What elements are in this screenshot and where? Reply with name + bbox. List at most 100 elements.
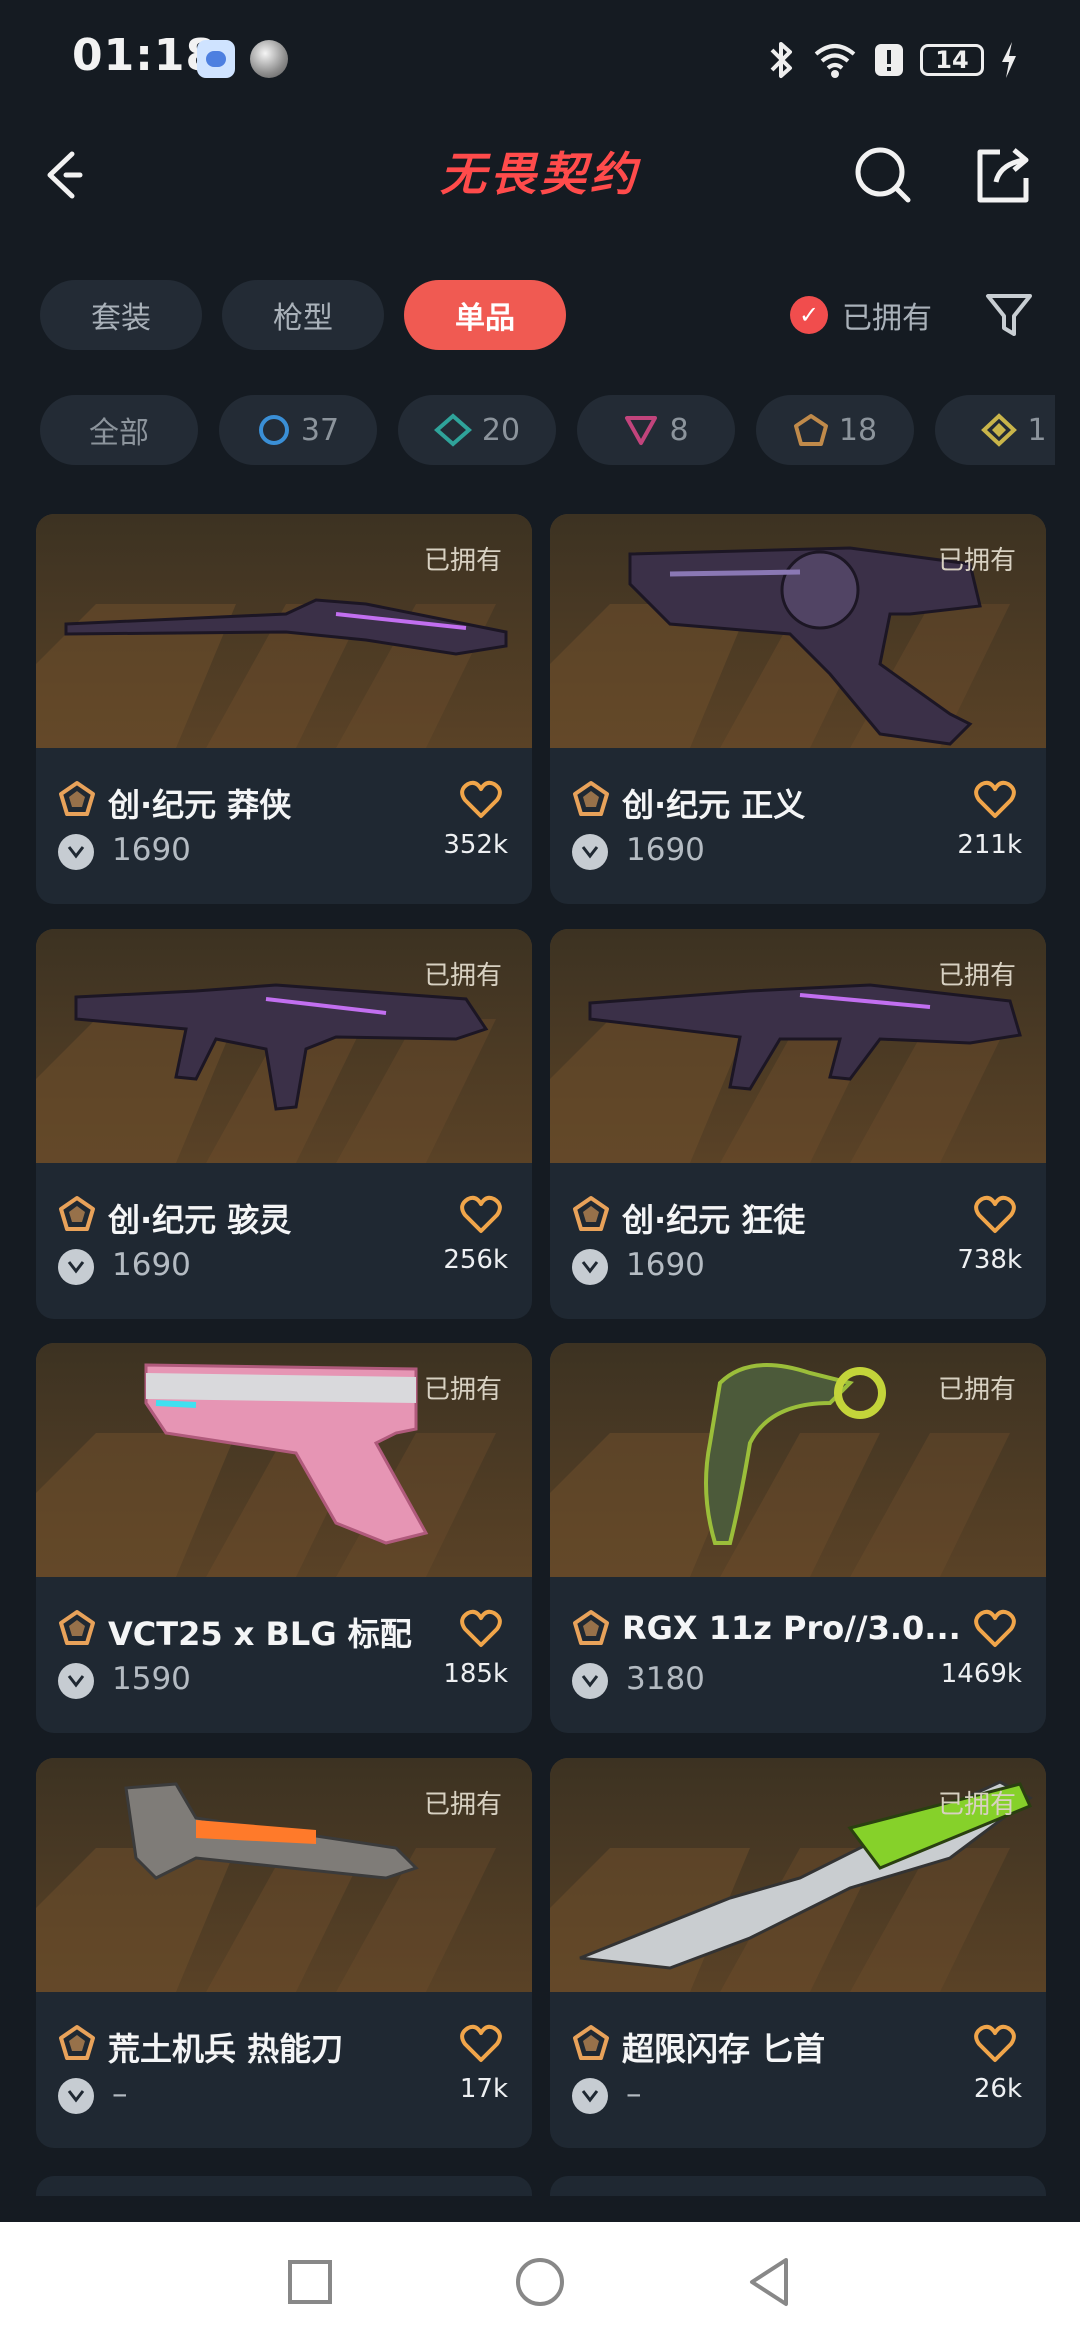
item-name: 创·纪元 莽侠 (108, 786, 292, 824)
tab-bundles[interactable]: 套装 (40, 280, 202, 350)
battery-level: 14 (935, 46, 969, 74)
recent-apps-icon[interactable] (280, 2252, 340, 2312)
valorant-points-icon (58, 1663, 94, 1699)
chip-all[interactable]: 全部 (40, 395, 198, 465)
item-name: VCT25 x BLG 标配 (108, 1615, 412, 1653)
owned-tag: 已拥有 (423, 1790, 502, 1820)
like-count: 352k (443, 830, 508, 860)
item-name: 创·纪元 狂徒 (622, 1201, 806, 1239)
item-card[interactable]: 已拥有 创·纪元 骇灵 1690 256k (36, 929, 532, 1319)
valorant-points-icon (572, 1663, 608, 1699)
tab-single-items[interactable]: 单品 (404, 280, 566, 350)
heart-icon[interactable] (460, 780, 502, 820)
chip-premium-tier[interactable]: 8 (577, 395, 735, 465)
deluxe-tier-icon (433, 413, 472, 447)
chip-exclusive-tier[interactable]: 18 (756, 395, 914, 465)
chip-label: 37 (300, 412, 340, 448)
like-count: 738k (957, 1245, 1022, 1275)
tier-filter-chips: 全部 37 20 8 18 1 (40, 395, 1055, 467)
chip-select-tier[interactable]: 37 (219, 395, 377, 465)
valorant-points-icon (572, 2078, 608, 2114)
item-price: 1690 (626, 1247, 705, 1283)
card-next-peek (550, 2176, 1046, 2196)
item-image: 已拥有 (36, 929, 532, 1163)
item-card[interactable]: 已拥有 荒土机兵 热能刀 – 17k (36, 1758, 532, 2148)
valorant-points-icon (572, 1249, 608, 1285)
owned-tag: 已拥有 (423, 546, 502, 576)
exclusive-tier-icon (59, 2025, 95, 2060)
exclusive-tier-icon (59, 1610, 95, 1645)
tab-weapon-types[interactable]: 枪型 (222, 280, 384, 350)
item-name: 创·纪元 骇灵 (108, 1201, 292, 1239)
chip-label: 20 (481, 412, 521, 448)
owned-tag: 已拥有 (423, 1375, 502, 1405)
share-icon[interactable] (970, 142, 1036, 208)
owned-tag: 已拥有 (937, 1375, 1016, 1405)
item-card[interactable]: 已拥有创·纪元 狂徒 1690 738k (550, 929, 1046, 1319)
valorant-points-icon (58, 2078, 94, 2114)
owned-filter-label: 已拥有 (842, 301, 932, 336)
ultra-tier-icon (981, 413, 1018, 447)
item-price: 3180 (626, 1661, 705, 1697)
item-price: 1690 (626, 832, 705, 868)
heart-icon[interactable] (974, 2024, 1016, 2064)
chip-label: 18 (838, 412, 878, 448)
item-card[interactable]: 已拥有 VCT25 x BLG 标配 1590 185k (36, 1343, 532, 1733)
system-nav-bar (0, 2222, 1080, 2340)
owned-tag: 已拥有 (937, 1790, 1016, 1820)
valorant-points-icon (58, 1249, 94, 1285)
heart-icon[interactable] (974, 1195, 1016, 1235)
battery-indicator: 14 (920, 44, 984, 76)
home-icon[interactable] (510, 2252, 570, 2312)
item-price: 1690 (112, 832, 191, 868)
heart-icon[interactable] (460, 2024, 502, 2064)
exclusive-tier-icon (573, 2025, 609, 2060)
item-image: 已拥有 (550, 1343, 1046, 1577)
chip-label: 全部 (89, 416, 149, 451)
item-card[interactable]: 已拥有创·纪元 正义 1690 211k (550, 514, 1046, 904)
wifi-icon (814, 44, 856, 78)
item-image: 已拥有 (36, 1758, 532, 1992)
owned-filter-toggle[interactable]: ✓ 已拥有 (790, 280, 932, 350)
owned-tag: 已拥有 (423, 961, 502, 991)
brand-logo: 无畏契约 (440, 147, 640, 201)
like-count: 211k (957, 830, 1022, 860)
like-count: 185k (443, 1659, 508, 1689)
item-name: 荒土机兵 热能刀 (108, 2030, 344, 2068)
status-icons: 14 (764, 30, 1020, 90)
item-card[interactable]: 已拥有 超限闪存 匕首 – 26k (550, 1758, 1046, 2148)
exclusive-tier-icon (573, 1610, 609, 1645)
heart-icon[interactable] (974, 780, 1016, 820)
card-next-peek (36, 2176, 532, 2196)
filter-icon[interactable] (980, 286, 1038, 344)
like-count: 1469k (940, 1659, 1022, 1689)
exclusive-tier-icon (59, 781, 95, 816)
item-image: 已拥有 (550, 514, 1046, 748)
chip-deluxe-tier[interactable]: 20 (398, 395, 556, 465)
chip-ultra-tier[interactable]: 1 (935, 395, 1055, 465)
item-name: 创·纪元 正义 (622, 786, 806, 824)
item-price: – (112, 2076, 128, 2112)
app-header: 无畏契约 (0, 120, 1080, 230)
item-image: 已拥有 (36, 1343, 532, 1577)
back-nav-icon[interactable] (740, 2252, 800, 2312)
status-time: 01:18 (72, 30, 218, 81)
item-name: RGX 11z Pro//3.0... (622, 1609, 961, 1647)
chip-label: 8 (669, 412, 689, 448)
owned-tag: 已拥有 (937, 961, 1016, 991)
item-card[interactable]: 已拥有创·纪元 莽侠 1690 352k (36, 514, 532, 904)
heart-icon[interactable] (460, 1609, 502, 1649)
chip-label: 1 (1027, 412, 1047, 448)
item-card[interactable]: 已拥有 RGX 11z Pro//3.0... 3180 1469k (550, 1343, 1046, 1733)
exclusive-tier-icon (573, 1196, 609, 1231)
category-tabs: 套装 枪型 单品 ✓ 已拥有 (40, 280, 1050, 350)
heart-icon[interactable] (974, 1609, 1016, 1649)
item-price: – (626, 2076, 642, 2112)
heart-icon[interactable] (460, 1195, 502, 1235)
bluetooth-icon (770, 42, 792, 78)
item-image: 已拥有 (36, 514, 532, 748)
search-icon[interactable] (850, 142, 916, 208)
exclusive-tier-icon (793, 414, 828, 446)
item-image: 已拥有 (550, 929, 1046, 1163)
premium-tier-icon (625, 416, 658, 445)
